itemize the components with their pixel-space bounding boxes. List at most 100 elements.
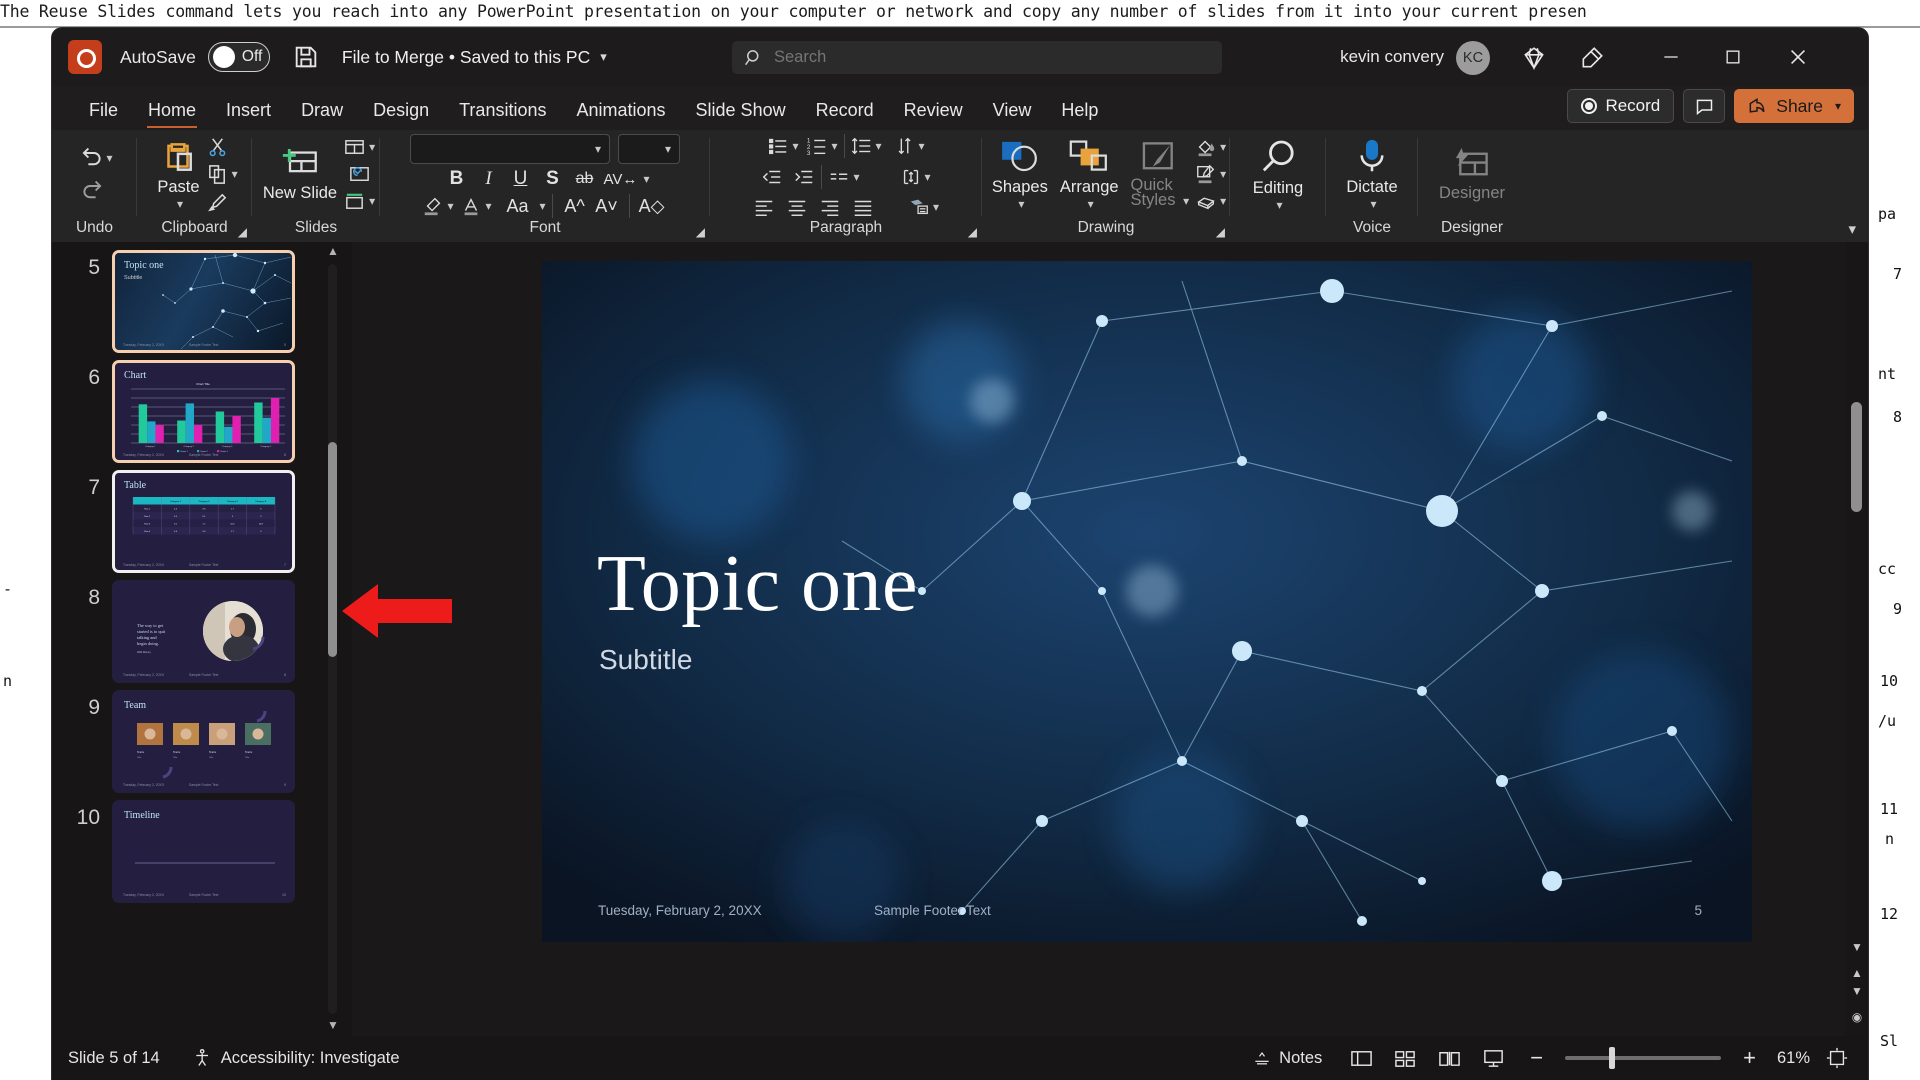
current-slide[interactable]: Topic one Subtitle Tuesday, February 2, … bbox=[542, 261, 1752, 942]
thumbnail-item[interactable]: 6 Chart Title Category 1 Category 2 Category… bbox=[66, 360, 295, 463]
section-button[interactable]: ▾ bbox=[343, 190, 375, 213]
columns-chevron-down-icon[interactable]: ▾ bbox=[853, 170, 859, 184]
thumbnail-scroll-up-arrow-icon[interactable]: ▲ bbox=[325, 244, 341, 258]
arrange-chevron-down-icon[interactable]: ▾ bbox=[1088, 197, 1094, 211]
next-slide-button[interactable]: ▼ bbox=[1850, 984, 1864, 998]
align-left-button[interactable] bbox=[753, 196, 775, 218]
search-box[interactable] bbox=[732, 41, 1222, 74]
thumbnail-slide-9[interactable]: Name Title Name Title Name Title Name Title Team… bbox=[112, 690, 295, 793]
thumbnail-item[interactable]: 7 Category 1 Category 2 Category 3 Category … bbox=[66, 470, 295, 573]
record-button[interactable]: Record bbox=[1567, 89, 1675, 123]
italic-button[interactable]: I bbox=[472, 168, 504, 190]
justify-button[interactable] bbox=[852, 196, 874, 218]
copy-button[interactable]: ▾ bbox=[206, 163, 238, 186]
decrease-indent-button[interactable] bbox=[761, 166, 783, 188]
align-right-button[interactable] bbox=[819, 196, 841, 218]
paste-button[interactable]: Paste ▾ bbox=[151, 138, 205, 211]
cut-button[interactable] bbox=[206, 135, 229, 158]
thumbnail-slide-8[interactable]: The way to get started is to quit talking … bbox=[112, 580, 295, 683]
shape-fill-chevron-down-icon[interactable]: ▾ bbox=[1220, 140, 1226, 154]
smartart-chevron-down-icon[interactable]: ▾ bbox=[933, 200, 939, 214]
thumbnail-slide-6[interactable]: Chart Title Category 1 Category 2 Category … bbox=[112, 360, 295, 463]
shape-effects-button[interactable]: ▾ bbox=[1195, 190, 1226, 212]
shape-effects-chevron-down-icon[interactable]: ▾ bbox=[1220, 194, 1226, 208]
character-spacing-chevron-down-icon[interactable]: ▾ bbox=[643, 172, 649, 186]
thumbnail-scrollbar[interactable]: ▲ ▼ bbox=[322, 242, 344, 1036]
canvas-scrollbar[interactable]: ▼ ▲ ▼ ◉ bbox=[1846, 242, 1868, 1036]
share-button[interactable]: Share ▾ bbox=[1734, 89, 1854, 123]
canvas-scroll-down-arrow-icon[interactable]: ▼ bbox=[1850, 940, 1864, 954]
bullets-button[interactable] bbox=[767, 135, 789, 157]
arrange-button[interactable]: Arrange ▾ bbox=[1054, 138, 1125, 211]
numbering-chevron-down-icon[interactable]: ▾ bbox=[831, 139, 837, 153]
font-size-combobox[interactable]: ▾ bbox=[618, 134, 680, 164]
paragraph-dialog-launcher[interactable]: ◢ bbox=[968, 225, 977, 239]
highlight-chevron-down-icon[interactable]: ▾ bbox=[447, 199, 453, 213]
minimize-button[interactable] bbox=[1649, 38, 1693, 76]
text-direction-button[interactable] bbox=[894, 135, 916, 157]
font-size-chevron-down-icon[interactable]: ▾ bbox=[665, 142, 671, 156]
new-slide-button[interactable]: New Slide bbox=[257, 146, 343, 203]
copy-chevron-down-icon[interactable]: ▾ bbox=[232, 167, 238, 181]
layout-chevron-down-icon[interactable]: ▾ bbox=[369, 140, 375, 154]
save-icon[interactable] bbox=[292, 43, 320, 71]
text-direction-chevron-down-icon[interactable]: ▾ bbox=[919, 139, 925, 153]
shape-outline-chevron-down-icon[interactable]: ▾ bbox=[1220, 167, 1226, 181]
thumbnail-slide-5[interactable]: Topic one Subtitle Tuesday, February 2, 20… bbox=[112, 250, 295, 353]
view-slide-sorter-button[interactable] bbox=[1388, 1044, 1422, 1072]
ribbon-tab-home[interactable]: Home bbox=[133, 100, 211, 130]
user-name-label[interactable]: kevin convery bbox=[1340, 47, 1444, 67]
thumbnail-item[interactable]: 8 The way to get started is to quit talking… bbox=[66, 580, 295, 683]
redo-button[interactable] bbox=[81, 177, 108, 204]
shapes-button[interactable]: Shapes ▾ bbox=[986, 138, 1054, 211]
ribbon-tab-animations[interactable]: Animations bbox=[561, 100, 680, 130]
fit-to-window-button[interactable] bbox=[1820, 1044, 1854, 1072]
increase-indent-button[interactable] bbox=[793, 166, 815, 188]
thumbnail-scroll-thumb[interactable] bbox=[328, 442, 337, 657]
zoom-slider[interactable] bbox=[1565, 1047, 1722, 1069]
font-dialog-launcher[interactable]: ◢ bbox=[696, 225, 705, 239]
ribbon-tab-transitions[interactable]: Transitions bbox=[444, 100, 561, 130]
maximize-button[interactable] bbox=[1711, 38, 1755, 76]
text-highlight-color-button[interactable] bbox=[422, 195, 444, 217]
pen-highlight-icon[interactable] bbox=[1576, 42, 1608, 74]
zoom-slider-knob[interactable] bbox=[1609, 1047, 1616, 1069]
view-slideshow-button[interactable] bbox=[1476, 1044, 1510, 1072]
search-input[interactable] bbox=[774, 48, 1210, 67]
editing-button[interactable]: Editing ▾ bbox=[1247, 137, 1309, 212]
close-button[interactable] bbox=[1776, 38, 1820, 76]
ribbon-tab-record[interactable]: Record bbox=[801, 100, 889, 130]
avatar[interactable]: KC bbox=[1456, 41, 1490, 75]
shapes-chevron-down-icon[interactable]: ▾ bbox=[1018, 197, 1024, 211]
font-name-chevron-down-icon[interactable]: ▾ bbox=[595, 142, 601, 156]
zoom-level-label[interactable]: 61% bbox=[1766, 1049, 1810, 1068]
editing-chevron-down-icon[interactable]: ▾ bbox=[1276, 198, 1282, 212]
ribbon-tab-design[interactable]: Design bbox=[358, 100, 444, 130]
section-chevron-down-icon[interactable]: ▾ bbox=[369, 194, 375, 208]
thumbnail-scroll-down-arrow-icon[interactable]: ▼ bbox=[325, 1018, 341, 1032]
change-case-chevron-down-icon[interactable]: ▾ bbox=[540, 199, 546, 213]
dictate-chevron-down-icon[interactable]: ▾ bbox=[1370, 197, 1376, 211]
zoom-in-button[interactable]: + bbox=[1743, 1045, 1756, 1071]
autosave-toggle[interactable]: Off bbox=[207, 42, 270, 72]
numbering-button[interactable]: 123 bbox=[806, 135, 828, 157]
center-button[interactable] bbox=[786, 196, 808, 218]
ribbon-tab-help[interactable]: Help bbox=[1046, 100, 1113, 130]
paste-chevron-down-icon[interactable]: ▾ bbox=[177, 197, 183, 211]
thumbnail-slide-10[interactable]: Timeline Tuesday, February 2, 20XX Sample … bbox=[112, 800, 295, 903]
font-name-combobox[interactable]: ▾ bbox=[410, 134, 610, 164]
canvas-scroll-reset-icon[interactable]: ◉ bbox=[1850, 1010, 1864, 1024]
underline-button[interactable]: U bbox=[504, 168, 536, 190]
diamond-icon[interactable] bbox=[1518, 42, 1550, 74]
font-color-chevron-down-icon[interactable]: ▾ bbox=[485, 199, 491, 213]
strikethrough-button[interactable]: ab bbox=[568, 170, 600, 188]
shape-outline-button[interactable]: ▾ bbox=[1195, 163, 1226, 185]
thumbnail-item[interactable]: 5 Topic one Subtitle Tuesday, February 2, 2… bbox=[66, 250, 295, 353]
increase-font-size-button[interactable]: A^ bbox=[559, 196, 591, 217]
thumbnail-item[interactable]: 10 Timeline Tuesday, February 2, 20XX Sampl… bbox=[66, 800, 295, 903]
layout-button[interactable]: ▾ bbox=[343, 136, 375, 159]
decrease-font-size-button[interactable]: A˅ bbox=[591, 196, 623, 217]
ribbon-tab-file[interactable]: File bbox=[74, 100, 133, 130]
align-text-chevron-down-icon[interactable]: ▾ bbox=[925, 170, 931, 184]
undo-chevron-down-icon[interactable]: ▾ bbox=[106, 151, 112, 165]
